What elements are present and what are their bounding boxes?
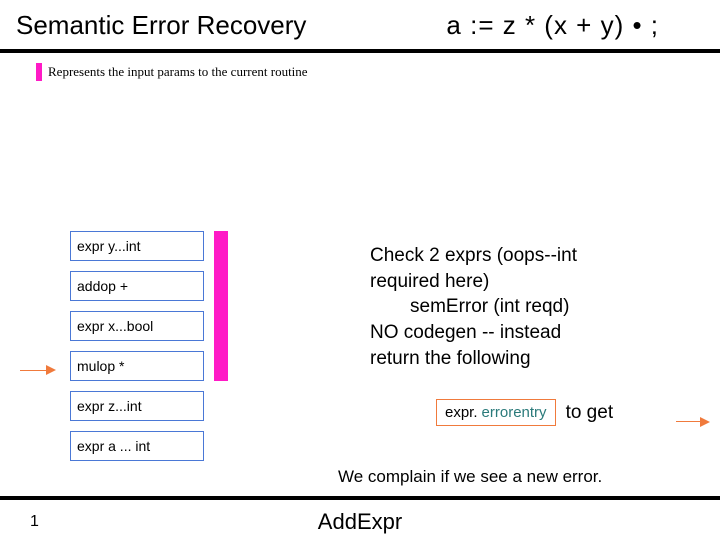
stack-item: expr z...int bbox=[70, 391, 204, 421]
expression-text: a := z * (x + y) • ; bbox=[446, 10, 659, 41]
toget-text: to get bbox=[566, 402, 614, 424]
parse-stack: expr y...int addop + expr x...bool mulop… bbox=[70, 231, 204, 471]
stack-item: expr x...bool bbox=[70, 311, 204, 341]
arrow-right-icon bbox=[676, 413, 710, 431]
explain-line: required here) bbox=[370, 269, 690, 295]
errorentry-token: errorentry bbox=[482, 404, 547, 421]
explain-line: return the following bbox=[370, 346, 690, 372]
explain-line: semError (int reqd) bbox=[370, 294, 690, 320]
explanation-block: Check 2 exprs (oops--int required here) … bbox=[370, 243, 690, 371]
page-number: 1 bbox=[30, 513, 39, 531]
explain-line: NO codegen -- instead bbox=[370, 320, 690, 346]
arrow-left-icon bbox=[20, 359, 56, 380]
stack-item: expr y...int bbox=[70, 231, 204, 261]
errorentry-row: expr. errorentry to get bbox=[436, 399, 613, 426]
stack-item: addop + bbox=[70, 271, 204, 301]
explain-line: Check 2 exprs (oops--int bbox=[370, 243, 690, 269]
stack-item: mulop * bbox=[70, 351, 204, 381]
footer-title: AddExpr bbox=[318, 509, 402, 535]
slide: Semantic Error Recovery a := z * (x + y)… bbox=[0, 0, 720, 544]
errorentry-prefix: expr. bbox=[445, 404, 478, 421]
legend: Represents the input params to the curre… bbox=[0, 53, 720, 81]
complain-text: We complain if we see a new error. bbox=[338, 467, 602, 487]
footer: 1 AddExpr bbox=[0, 500, 720, 544]
stack-item: expr a ... int bbox=[70, 431, 204, 461]
slide-title: Semantic Error Recovery bbox=[16, 10, 306, 41]
errorentry-box: expr. errorentry bbox=[436, 399, 556, 426]
pink-marker-icon bbox=[36, 63, 42, 81]
input-params-bar-icon bbox=[214, 231, 228, 381]
title-row: Semantic Error Recovery a := z * (x + y)… bbox=[0, 0, 720, 49]
legend-text: Represents the input params to the curre… bbox=[48, 64, 308, 80]
